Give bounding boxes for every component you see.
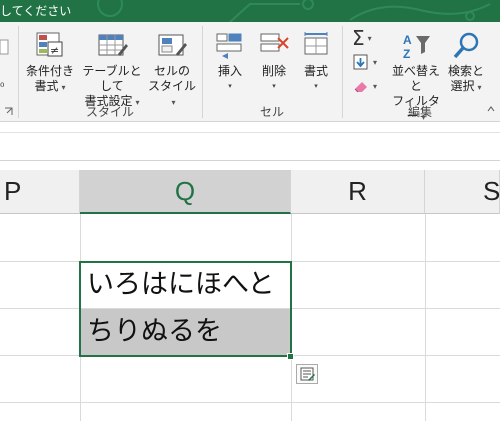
separator (202, 26, 203, 118)
cells-group-label: セル (259, 105, 284, 119)
delete-cells-icon (260, 33, 289, 52)
clear-button[interactable]: ▾ (352, 76, 377, 96)
sigma-icon: Σ (352, 26, 365, 50)
format-as-table-button[interactable]: テーブルとして 書式設定 ▾ (78, 30, 146, 110)
left-partial-controls: ₀ (0, 32, 10, 102)
fill-handle[interactable] (287, 353, 294, 360)
format-cells-icon (304, 32, 328, 55)
fill-button[interactable]: ▾ (352, 52, 377, 72)
sort-filter-line1: 並べ替えと (391, 64, 440, 93)
cell-q-row2[interactable]: いろはにほへと (80, 262, 291, 308)
magnifier-icon (453, 32, 479, 59)
cell-styles-line1: セルの (153, 64, 190, 78)
cell-styles-line2: スタイル (147, 79, 196, 93)
divider (0, 160, 500, 161)
table-style-icon (98, 34, 128, 56)
quick-analysis-icon (300, 367, 315, 381)
sort-filter-icon: A Z (403, 33, 430, 61)
cell-styles-icon (158, 34, 187, 56)
title-bar: してください (0, 0, 500, 22)
formula-gap (0, 122, 500, 170)
conditional-format-line2: 書式 (34, 79, 59, 93)
edit-group-label: 編集 (407, 105, 432, 119)
format-as-table-line1: テーブルとして (82, 64, 142, 93)
find-select-line2: 選択 (450, 79, 475, 93)
conditional-format-icon: ≠ (36, 32, 63, 57)
column-header-p[interactable]: P (0, 170, 80, 214)
delete-button[interactable]: 削除 ▾ (254, 30, 294, 94)
quick-analysis-button[interactable] (296, 364, 318, 384)
insert-label: 挿入 (217, 64, 242, 78)
delete-label: 削除 (261, 64, 286, 78)
column-divider (425, 214, 426, 421)
separator (18, 26, 19, 118)
column-header-q[interactable]: Q (80, 170, 291, 214)
eraser-icon (354, 82, 367, 93)
svg-text:A: A (403, 33, 412, 47)
svg-text:₀: ₀ (0, 77, 5, 90)
conditional-format-button[interactable]: ≠ 条件付き 書式 ▾ (22, 30, 78, 95)
style-group-label: スタイル (85, 105, 134, 119)
find-select-line1: 検索と (447, 64, 484, 78)
dialog-launcher-icon[interactable] (4, 107, 14, 117)
worksheet-grid[interactable]: いろはにほへと ちりぬるを (0, 214, 500, 421)
column-divider (291, 214, 292, 421)
column-header-r[interactable]: R (291, 170, 425, 214)
conditional-format-line1: 条件付き (25, 64, 74, 78)
column-header-s[interactable]: S (425, 170, 500, 214)
format-button[interactable]: 書式 ▾ (296, 30, 336, 94)
divider (0, 132, 500, 133)
svg-text:Z: Z (403, 47, 410, 61)
svg-text:≠: ≠ (50, 44, 59, 57)
title-pattern-icon (97, 0, 491, 22)
cell-q-row3[interactable]: ちりぬるを (80, 309, 291, 355)
format-label: 書式 (303, 64, 328, 78)
insert-cells-icon (216, 33, 242, 59)
insert-button[interactable]: 挿入 ▾ (210, 30, 250, 94)
collapse-ribbon-icon[interactable] (486, 104, 496, 114)
find-select-button[interactable]: 検索と 選択 ▾ (446, 30, 486, 95)
autosum-button[interactable]: Σ ▾ (352, 26, 372, 50)
fill-down-icon (353, 54, 368, 70)
cell-styles-button[interactable]: セルの スタイル▾ (146, 30, 198, 110)
separator (342, 26, 343, 118)
ribbon: ₀ ≠ 条件付き 書式 ▾ テーブルとして 書式設定 ▾ セルの スタイル▾ ス… (0, 22, 500, 123)
